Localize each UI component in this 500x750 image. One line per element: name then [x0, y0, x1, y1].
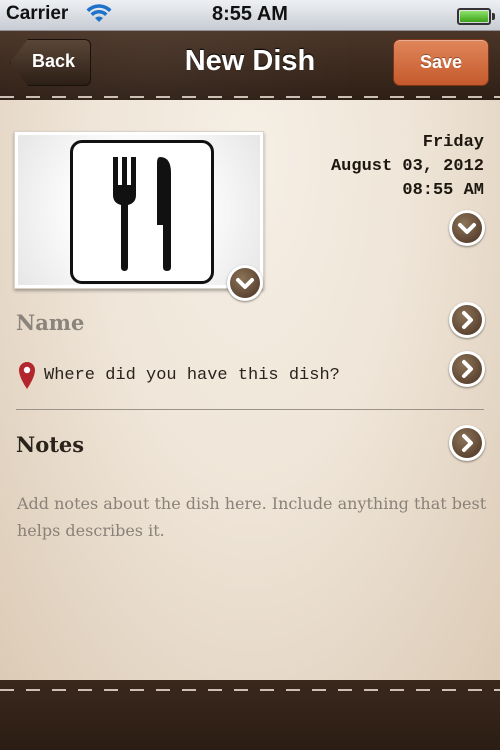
navigation-bar: Back New Dish Save — [0, 31, 500, 100]
date-full: August 03, 2012 — [330, 157, 484, 176]
dish-photo[interactable] — [14, 131, 264, 301]
chevron-down-icon — [236, 278, 254, 289]
bottom-toolbar — [0, 680, 500, 750]
status-bar: Carrier 8:55 AM — [0, 0, 500, 31]
date-display: Friday August 03, 2012 08:55 AM — [331, 131, 484, 203]
date-weekday: Friday — [422, 133, 484, 152]
date-chevron-down-button[interactable] — [449, 210, 485, 246]
map-pin-icon — [19, 362, 35, 389]
dish-form: Friday August 03, 2012 08:55 AM Name Whe… — [0, 100, 500, 680]
notes-chevron-right-button[interactable] — [449, 425, 485, 461]
name-field[interactable]: Name — [16, 310, 84, 335]
dish-photo-placeholder — [18, 135, 260, 285]
nav-stitch-divider — [0, 96, 500, 98]
chevron-right-icon — [462, 360, 473, 378]
notes-field[interactable]: Add notes about the dish here. Include a… — [17, 490, 491, 544]
chevron-down-icon — [458, 223, 476, 234]
notes-heading: Notes — [16, 432, 85, 457]
battery-icon — [457, 8, 495, 25]
save-button[interactable]: Save — [393, 39, 489, 86]
date-time: 08:55 AM — [402, 181, 484, 200]
bottom-stitch-divider — [0, 689, 500, 691]
name-chevron-right-button[interactable] — [449, 302, 485, 338]
chevron-right-icon — [462, 311, 473, 329]
chevron-right-icon — [462, 434, 473, 452]
location-field[interactable]: Where did you have this dish? — [44, 366, 340, 385]
location-chevron-right-button[interactable] — [449, 351, 485, 387]
photo-chevron-down-button[interactable] — [227, 265, 263, 301]
section-divider — [16, 409, 484, 410]
fork-knife-icon — [70, 140, 214, 284]
status-time: 8:55 AM — [212, 3, 288, 25]
